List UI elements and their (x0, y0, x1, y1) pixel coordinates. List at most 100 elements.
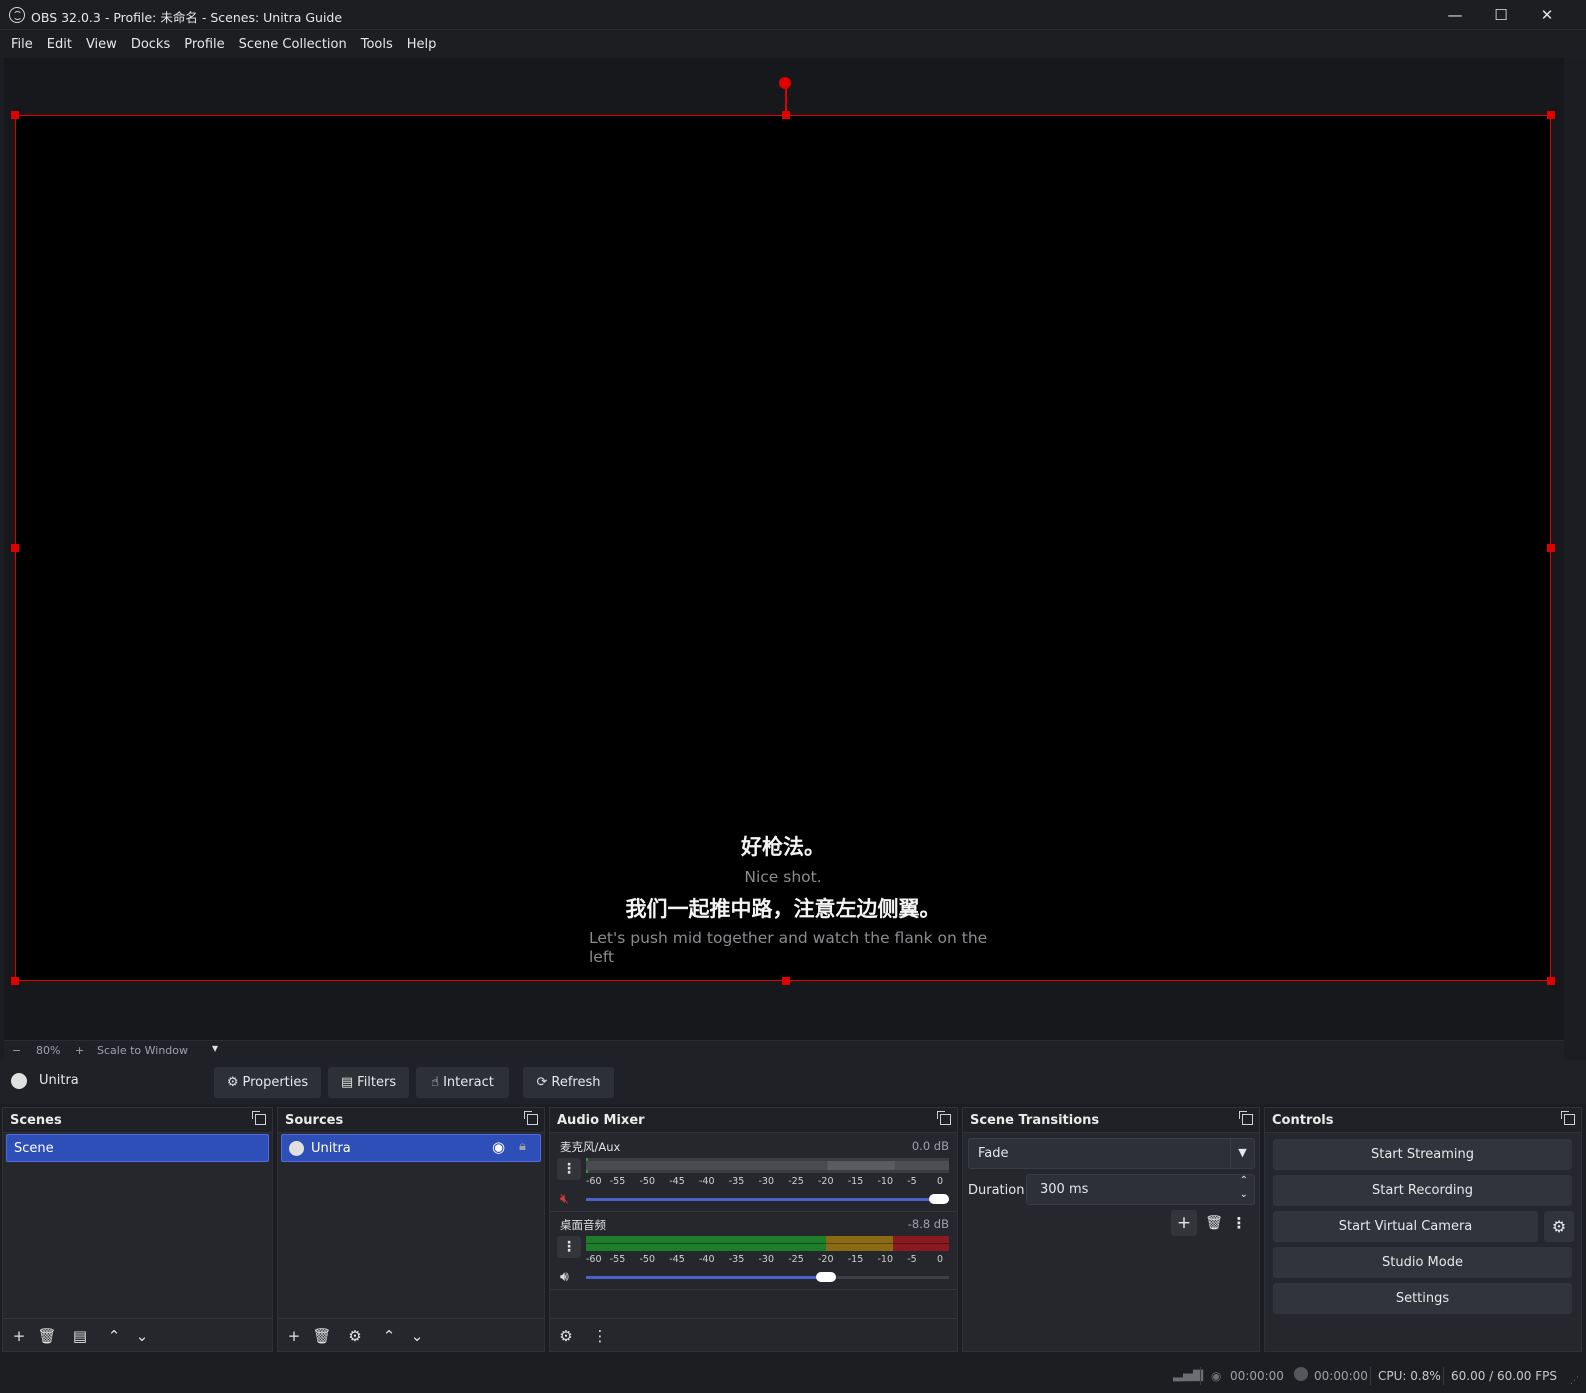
chevron-up-icon[interactable]: ⌃ (104, 1326, 124, 1346)
resize-handle-bottom[interactable] (782, 977, 790, 985)
duration-spinbox[interactable]: 300 ms ⌃ ⌄ (1026, 1174, 1255, 1205)
trash-icon[interactable]: 🗑 (37, 1326, 57, 1346)
filters-button[interactable]: ▤ Filters (328, 1067, 409, 1098)
meter-tick-label: -35 (728, 1254, 745, 1265)
scene-transitions-dock: Scene Transitions Fade ▼ Duration 300 ms… (962, 1107, 1260, 1352)
gear-icon[interactable]: ⚙ (345, 1326, 365, 1346)
menu-profile[interactable]: Profile (177, 37, 231, 52)
selected-source-name: Unitra (39, 1073, 79, 1088)
volume-slider-fill (586, 1276, 830, 1279)
dock-title: Sources (285, 1113, 344, 1128)
chevron-up-icon[interactable]: ⌃ (379, 1326, 399, 1346)
meter-tick-label: -15 (847, 1254, 864, 1265)
menu-file[interactable]: File (4, 37, 40, 52)
subtitle-english-1: Nice shot. (744, 868, 822, 886)
zoom-bar: − 80% + Scale to Window ▾ (4, 1040, 1564, 1060)
start-streaming-button[interactable]: Start Streaming (1273, 1139, 1572, 1170)
menu-docks[interactable]: Docks (124, 37, 177, 52)
chevron-down-icon[interactable]: ⌄ (407, 1326, 427, 1346)
gear-icon: ⚙ (226, 1075, 239, 1090)
zoom-out-button[interactable]: − (12, 1044, 21, 1057)
add-transition-icon[interactable]: + (1171, 1210, 1197, 1236)
source-item[interactable]: Unitra ◉ 🔒︎ (281, 1134, 541, 1162)
volume-slider[interactable] (586, 1198, 949, 1201)
speaker-icon[interactable]: 🔊︎ (560, 1269, 569, 1285)
transition-select[interactable]: Fade ▼ (968, 1138, 1255, 1169)
volume-slider-thumb[interactable] (929, 1194, 949, 1204)
refresh-button[interactable]: ⟳ Refresh (523, 1067, 614, 1098)
trash-icon[interactable]: 🗑 (1203, 1212, 1225, 1234)
meter-tick-label: -45 (669, 1254, 685, 1265)
undock-icon[interactable] (1239, 1111, 1253, 1125)
undock-icon[interactable] (252, 1111, 266, 1125)
eye-icon[interactable]: ◉ (492, 1138, 505, 1156)
advanced-audio-icon[interactable]: ⚙ (556, 1326, 576, 1346)
meter-tick-label: -35 (728, 1176, 745, 1187)
window-title: OBS 32.0.3 - Profile: 未命名 - Scenes: Unit… (31, 10, 343, 25)
add-icon[interactable]: + (284, 1326, 304, 1346)
maximize-button[interactable]: ☐ (1478, 0, 1524, 30)
menu-scene-collection[interactable]: Scene Collection (232, 37, 354, 52)
resize-handle-left[interactable] (11, 544, 19, 552)
lock-icon[interactable]: 🔒︎ (519, 1139, 526, 1154)
start-recording-button[interactable]: Start Recording (1273, 1175, 1572, 1206)
more-options-icon[interactable]: ⋮ (590, 1326, 610, 1346)
add-icon[interactable]: + (9, 1326, 29, 1346)
menu-tools[interactable]: Tools (354, 37, 400, 52)
menu-edit[interactable]: Edit (40, 37, 79, 52)
meter-tick-label: 0 (937, 1176, 944, 1187)
resize-grip-icon[interactable]: ⋰ (1570, 1376, 1579, 1386)
dock-title: Audio Mixer (557, 1113, 645, 1128)
volume-slider[interactable] (586, 1276, 949, 1279)
more-options-icon[interactable]: ⋮ (1231, 1212, 1247, 1234)
muted-speaker-icon[interactable]: 🔇︎ (560, 1191, 569, 1207)
meter-tick-label: -5 (907, 1176, 917, 1187)
volume-slider-thumb[interactable] (815, 1272, 836, 1282)
start-virtual-camera-button[interactable]: Start Virtual Camera (1273, 1211, 1538, 1242)
audio-mixer-dock: Audio Mixer 麦克风/Aux 0.0 dB ⋮ -60 -55 -50 -4… (549, 1107, 958, 1352)
mixer-channel: 桌面音频 -8.8 dB ⋮ -60 -55 -50 -45 -40 -35 -30 -25-… (550, 1212, 957, 1290)
channel-name: 麦克风/Aux (560, 1140, 621, 1154)
meter-tick-label: -40 (699, 1176, 715, 1187)
meter-tick-label: -60 (586, 1176, 602, 1187)
resize-handle-right[interactable] (1547, 544, 1555, 552)
chevron-down-icon[interactable]: ⌄ (1240, 1189, 1248, 1200)
subtitle-chinese-2: 我们一起推中路，注意左边侧翼。 (625, 897, 941, 921)
meter-tick-label: -50 (639, 1176, 656, 1187)
rotation-handle[interactable] (779, 77, 791, 89)
studio-mode-button[interactable]: Studio Mode (1273, 1247, 1572, 1278)
chevron-down-icon[interactable]: ⌄ (132, 1326, 152, 1346)
cpu-usage: CPU: 0.8% (1378, 1369, 1441, 1383)
scenes-dock: Scenes Scene + 🗑 ▤ ⌃ ⌄ (2, 1107, 273, 1352)
resize-handle-bottom-right[interactable] (1547, 977, 1555, 985)
undock-icon[interactable] (937, 1111, 951, 1125)
virtual-camera-settings-gear-icon[interactable]: ⚙ (1544, 1211, 1574, 1242)
minimize-button[interactable]: — (1432, 0, 1478, 30)
chevron-up-icon[interactable]: ⌃ (1240, 1175, 1248, 1186)
refresh-icon: ⟳ (536, 1075, 548, 1090)
properties-button[interactable]: ⚙ Properties (214, 1067, 321, 1098)
resize-handle-top[interactable] (782, 111, 790, 119)
resize-handle-top-left[interactable] (11, 111, 19, 119)
meter-tick-label: -15 (847, 1176, 864, 1187)
zoom-in-button[interactable]: + (75, 1044, 84, 1057)
undock-icon[interactable] (1561, 1111, 1575, 1125)
filter-icon[interactable]: ▤ (70, 1326, 90, 1346)
undock-icon[interactable] (524, 1111, 538, 1125)
interact-button[interactable]: ☝ Interact (416, 1067, 509, 1098)
settings-button[interactable]: Settings (1273, 1283, 1572, 1314)
more-options-icon[interactable]: ⋮ (557, 1236, 581, 1258)
meter-tick-label: -60 (586, 1254, 602, 1265)
subtitle-english-2: Let's push mid together and watch the fl… (589, 929, 988, 966)
stream-time: 00:00:00 (1230, 1369, 1284, 1383)
more-options-icon[interactable]: ⋮ (557, 1158, 581, 1180)
chevron-down-icon[interactable]: ▾ (212, 1041, 218, 1055)
close-button[interactable]: ✕ (1524, 0, 1570, 30)
menu-view[interactable]: View (79, 37, 124, 52)
trash-icon[interactable]: 🗑 (312, 1326, 332, 1346)
scale-mode-select[interactable]: Scale to Window (97, 1044, 188, 1057)
resize-handle-top-right[interactable] (1547, 111, 1555, 119)
menu-help[interactable]: Help (400, 37, 444, 52)
resize-handle-bottom-left[interactable] (11, 977, 19, 985)
scene-item[interactable]: Scene (6, 1134, 269, 1162)
